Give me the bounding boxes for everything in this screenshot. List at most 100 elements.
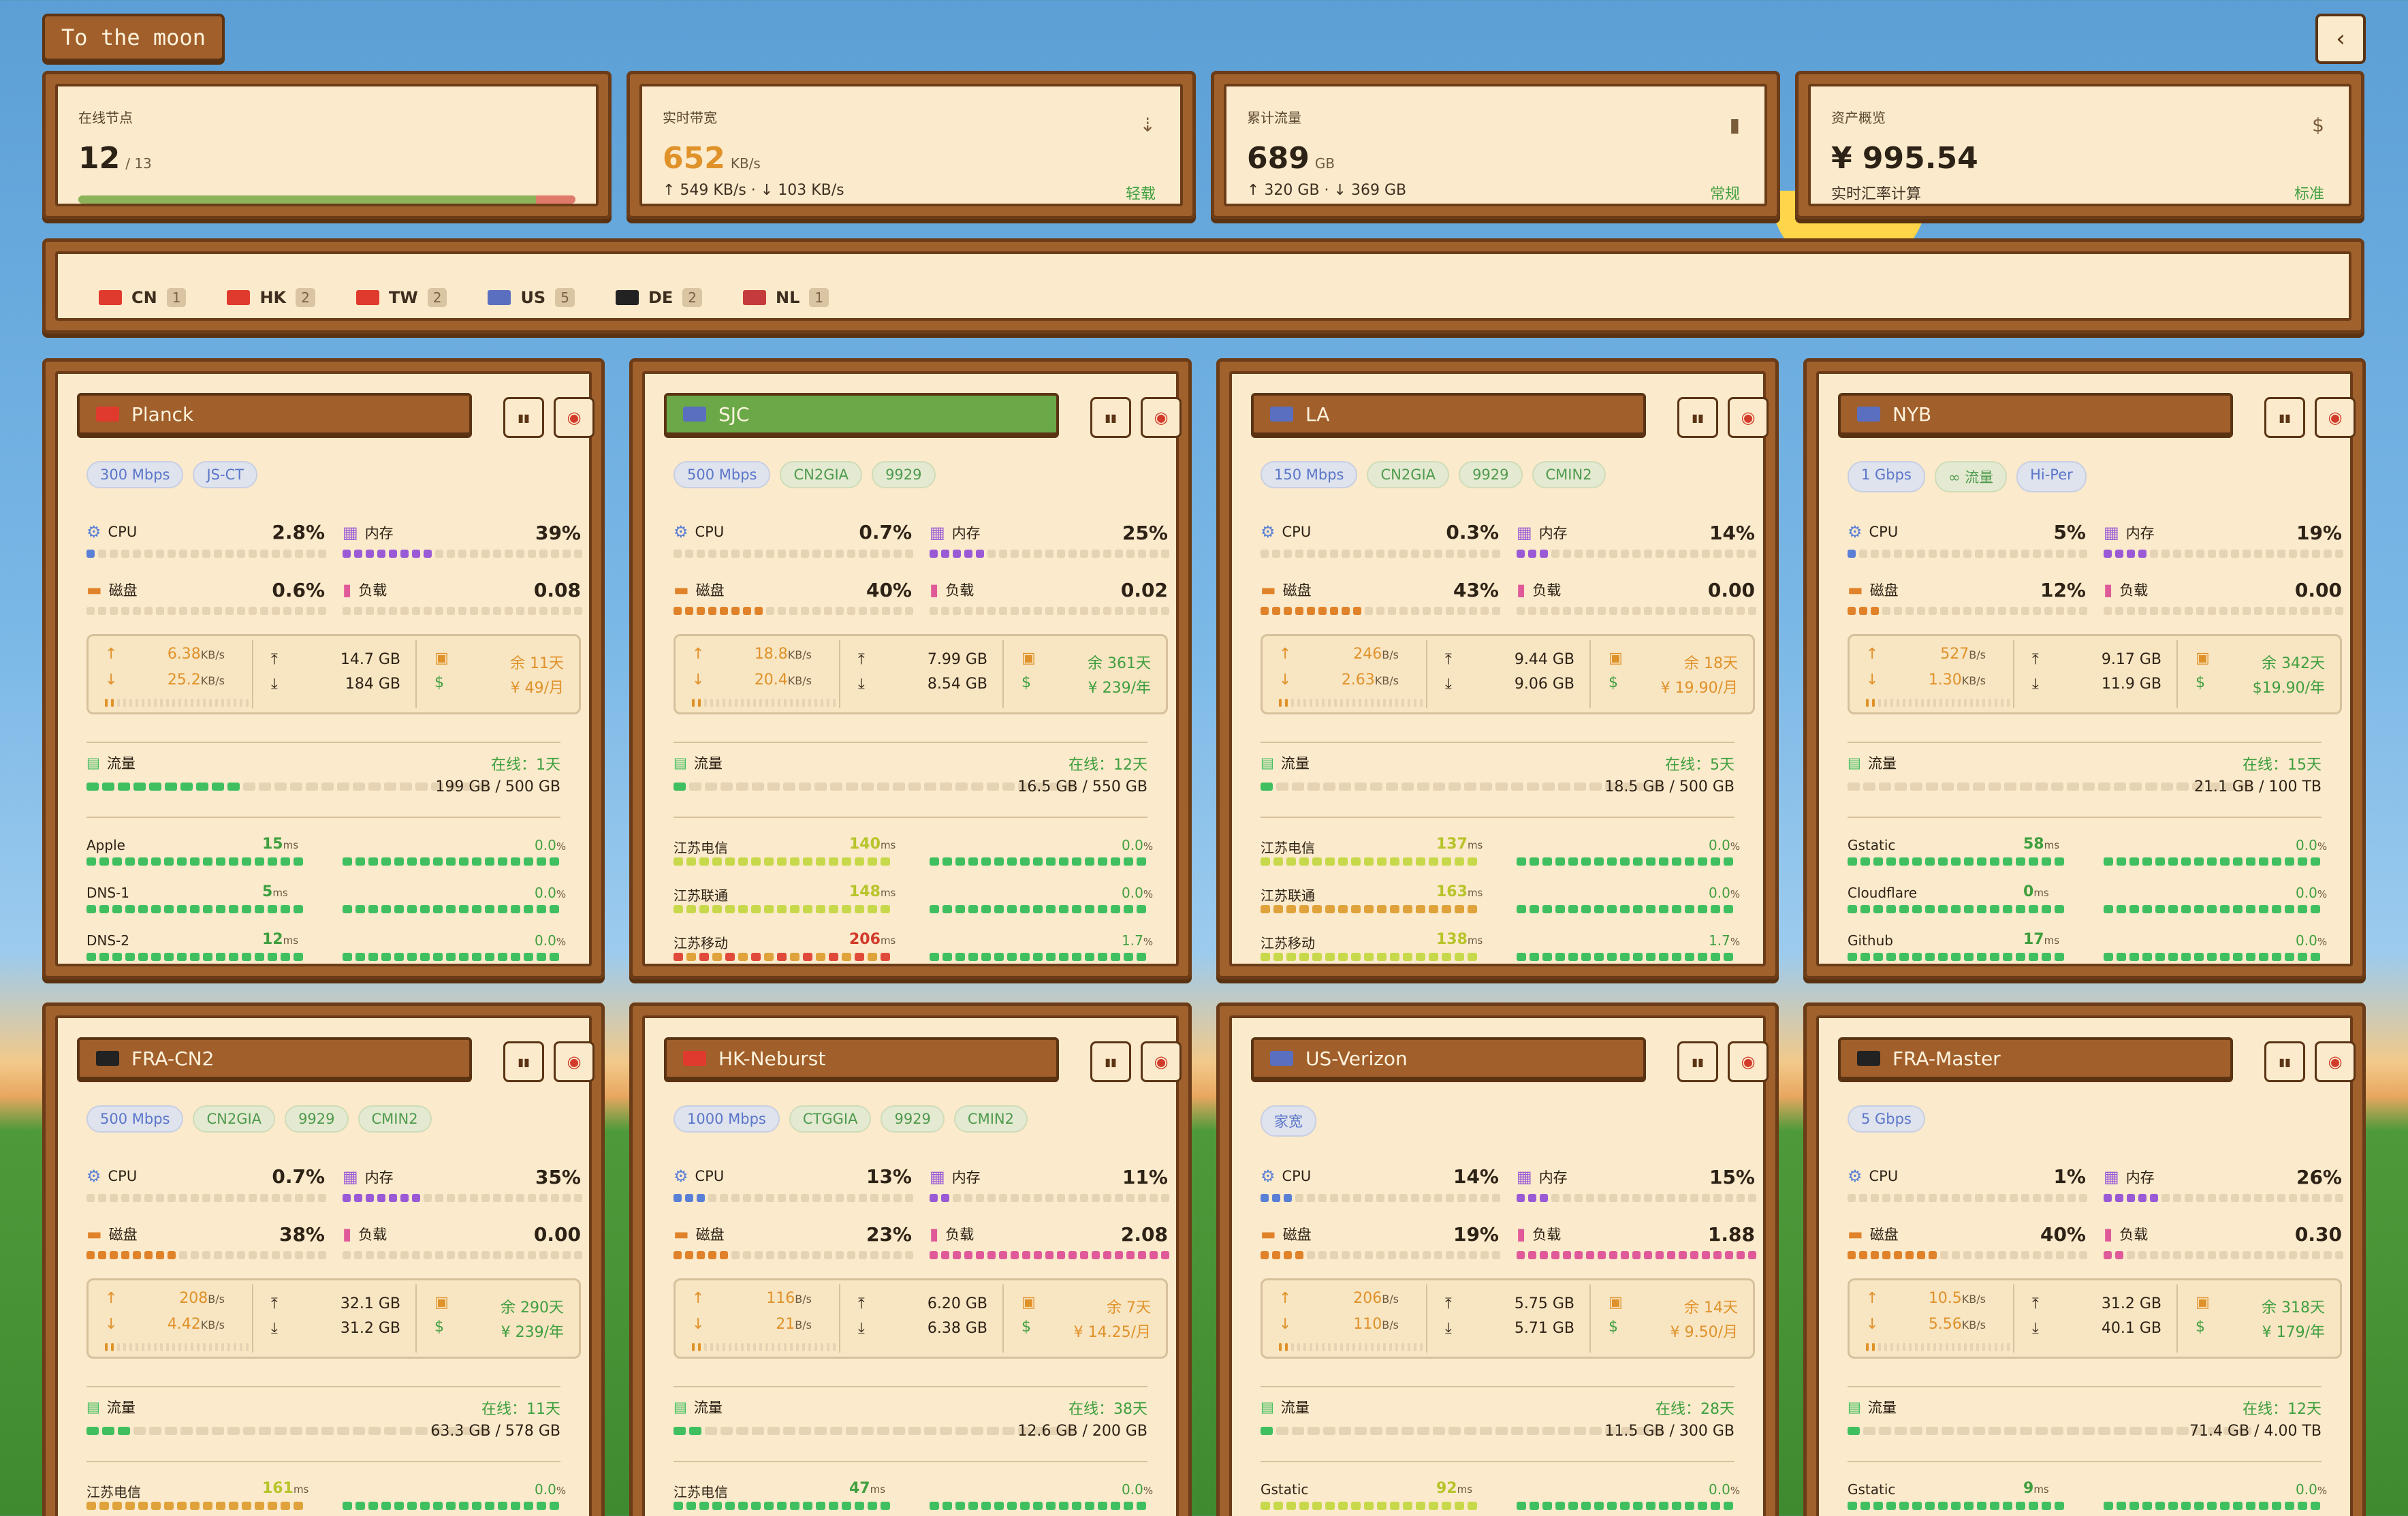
- total-download: 9.06 GB: [1514, 676, 1574, 693]
- divider: [674, 1386, 1147, 1387]
- total-upload: 14.7 GB: [340, 651, 400, 668]
- server-title[interactable]: LA: [1251, 393, 1646, 435]
- ping-target: Gstatic: [1848, 1481, 1896, 1498]
- online-duration: 在线：28天: [1656, 1401, 1734, 1418]
- flag-icon: [1270, 1051, 1293, 1066]
- traffic-label: ▤ 流量: [1261, 1397, 1310, 1417]
- memory-icon: ▦: [2104, 1167, 2119, 1186]
- stats-chart-button[interactable]: ▮▮: [1677, 397, 1718, 438]
- region-filter-tw[interactable]: TW 2: [355, 288, 447, 307]
- metric-label: CPU: [108, 1168, 138, 1184]
- divider: [2013, 640, 2014, 708]
- debian-icon[interactable]: ◉: [1141, 397, 1182, 438]
- tag-chip: 500 Mbps: [86, 1105, 184, 1133]
- divider: [1589, 640, 1591, 708]
- upload-speed: 206B/s: [1353, 1290, 1399, 1307]
- metric-bar: [343, 1194, 582, 1202]
- unit: %: [2317, 936, 2328, 948]
- alpine-icon[interactable]: ◉: [1141, 1041, 1182, 1082]
- value: 1.30: [1928, 672, 1962, 689]
- ping-latency: 5ms: [262, 883, 288, 900]
- debian-icon[interactable]: ◉: [554, 1041, 595, 1082]
- region-code: US: [520, 288, 546, 307]
- online-duration: 在线：1天: [491, 757, 560, 774]
- stats-chart-button[interactable]: ▮▮: [2264, 1041, 2305, 1082]
- server-name: HK-Neburst: [718, 1047, 826, 1070]
- load-icon: ▮: [343, 1225, 352, 1244]
- value: 0.0: [1122, 885, 1143, 901]
- stats-chart-button[interactable]: ▮▮: [503, 1041, 544, 1082]
- calendar-icon: ▣: [1021, 650, 1036, 667]
- label: 流量: [106, 1400, 136, 1416]
- region-filter-us[interactable]: US 5: [488, 288, 575, 307]
- stat-card-bandwidth: 实时带宽 ⇣ 652 KB/s ↑ 549 KB/s · ↓ 103 KB/s 轻…: [627, 71, 1196, 219]
- metric-value: 0.00: [2294, 578, 2342, 601]
- region-filter-de[interactable]: DE 2: [615, 288, 703, 307]
- region-filter-hk[interactable]: HK 2: [227, 288, 315, 307]
- stats-chart-button[interactable]: ▮▮: [1090, 1041, 1131, 1082]
- metric-load: ▮ 负载 1.88: [1517, 1223, 1755, 1246]
- tag-chip: 9929: [872, 461, 936, 488]
- divider: [1261, 1461, 1734, 1462]
- price: ¥ 239/年: [1088, 680, 1151, 697]
- stats-chart-button[interactable]: ▮▮: [2264, 397, 2305, 438]
- metric-bar: [1261, 550, 1500, 558]
- stats-chart-button[interactable]: ▮▮: [503, 397, 544, 438]
- stat-tag: 轻载: [1125, 186, 1156, 203]
- server-title[interactable]: SJC: [664, 393, 1059, 435]
- debian-icon[interactable]: ◉: [2315, 397, 2356, 438]
- network-box: ↑ ↓ 10.5KB/s 5.56KB/s ⤒ ⤓ 31.2 GB 40.1 GB ▣ $ 余 31…: [1848, 1278, 2342, 1359]
- flag-icon: [99, 290, 122, 305]
- region-filter-cn[interactable]: CN 1: [99, 288, 187, 307]
- unit: KB/s: [200, 648, 225, 661]
- brand-logo[interactable]: To the moon: [42, 14, 225, 61]
- unit: ms: [272, 887, 288, 899]
- server-title[interactable]: FRA-CN2: [77, 1037, 472, 1079]
- price: ¥ 9.50/月: [1670, 1324, 1738, 1341]
- value: 163: [1436, 883, 1468, 900]
- total-down-icon: ⤓: [271, 1320, 278, 1337]
- ping-latency: 137ms: [1436, 836, 1483, 853]
- tag-chip: 家宽: [1261, 1105, 1316, 1137]
- region-count: 1: [809, 288, 829, 307]
- server-title[interactable]: US-Verizon: [1251, 1037, 1646, 1079]
- server-name: LA: [1305, 402, 1330, 426]
- network-box: ↑ ↓ 18.8KB/s 20.4KB/s ⤒ ⤓ 7.99 GB 8.54 GB ▣ $ 余 36…: [674, 634, 1168, 714]
- metric-bar: [1848, 1194, 2087, 1202]
- ping-target: 江苏电信: [1261, 840, 1315, 856]
- latency-bars: [674, 953, 890, 961]
- server-title[interactable]: Planck: [77, 393, 472, 435]
- metric-memory: ▦ 内存 26%: [2104, 1166, 2342, 1188]
- debian-icon[interactable]: ◉: [1728, 397, 1769, 438]
- value: 137: [1436, 836, 1468, 853]
- unit: ms: [283, 839, 299, 851]
- metric-bar: [1261, 607, 1500, 615]
- region-filter-nl[interactable]: NL 1: [743, 288, 829, 307]
- ubuntu-icon[interactable]: ◉: [554, 397, 595, 438]
- alpine-icon[interactable]: ◉: [1728, 1041, 1769, 1082]
- server-title[interactable]: FRA-Master: [1838, 1037, 2233, 1079]
- region-code: CN: [131, 288, 157, 307]
- traffic-label: ▤ 流量: [1848, 1397, 1897, 1417]
- divider: [1848, 817, 2322, 818]
- stats-chart-button[interactable]: ▮▮: [1090, 397, 1131, 438]
- unit: B/s: [1382, 648, 1399, 661]
- total-download: 5.71 GB: [1514, 1320, 1574, 1337]
- download-speed: 1.30KB/s: [1929, 672, 1986, 689]
- metric-value: 23%: [866, 1222, 912, 1246]
- server-title[interactable]: HK-Neburst: [664, 1037, 1059, 1079]
- debian-icon[interactable]: ◉: [2315, 1041, 2356, 1082]
- server-title[interactable]: NYB: [1838, 393, 2233, 435]
- speed-spark: [692, 1343, 836, 1351]
- unit: %: [2317, 1485, 2328, 1497]
- chevron-left-icon[interactable]: ‹: [2315, 14, 2366, 64]
- stats-chart-button[interactable]: ▮▮: [1677, 1041, 1718, 1082]
- money-icon: $: [1021, 1318, 1031, 1336]
- calendar-icon: ▣: [1021, 1294, 1036, 1311]
- latency-bars: [86, 953, 303, 961]
- cpu-icon: ⚙: [674, 522, 688, 541]
- traffic-label: ▤ 流量: [86, 753, 136, 773]
- region-count: 2: [296, 288, 315, 307]
- region-count: 1: [166, 288, 187, 307]
- latency-bars: [1261, 905, 1477, 913]
